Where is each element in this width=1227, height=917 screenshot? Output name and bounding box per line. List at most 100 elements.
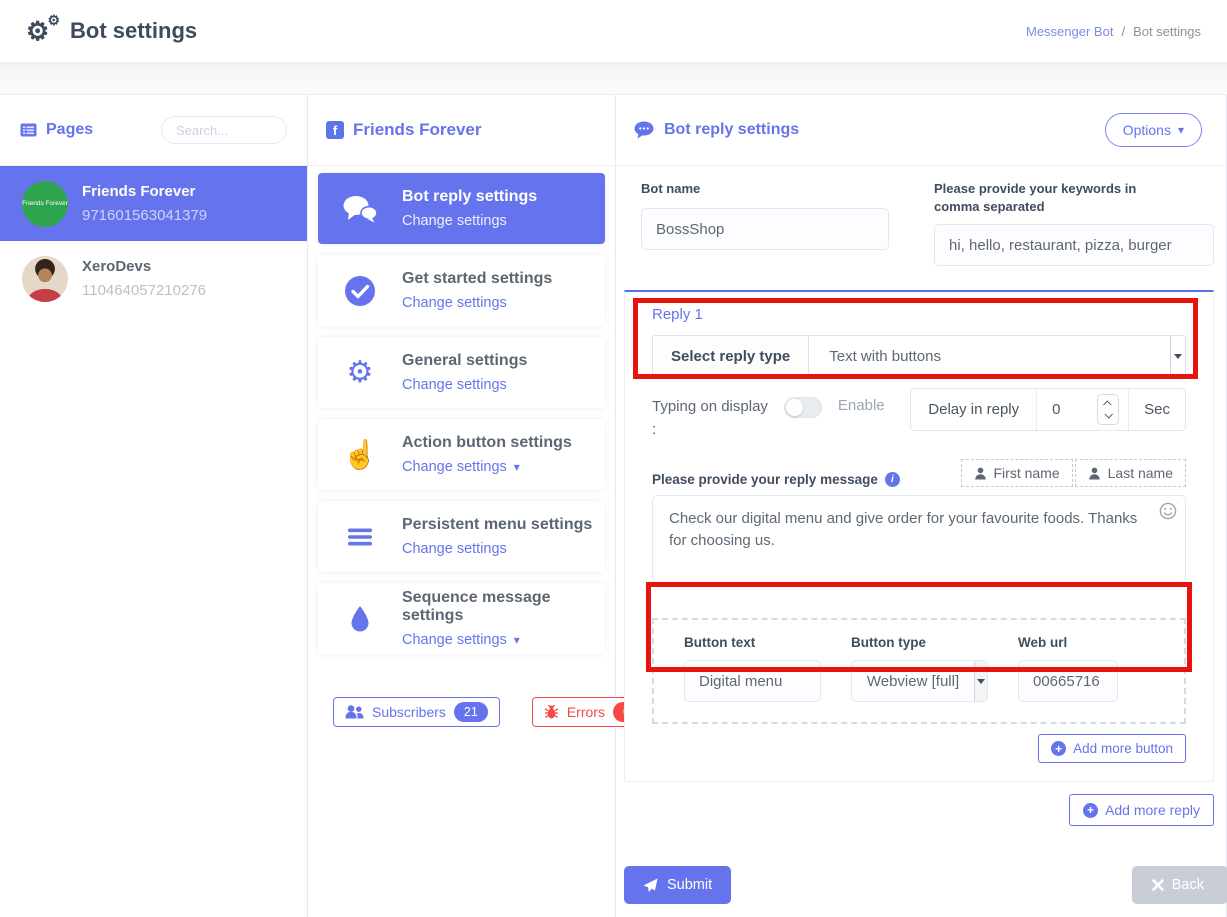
menu-item-title: Bot reply settings	[402, 188, 537, 206]
stats-row: Subscribers 21 Errors 0	[308, 697, 615, 727]
page-meta: Friends Forever 971601563041379	[82, 180, 207, 227]
menu-panel-title-text: Friends Forever	[353, 120, 482, 140]
menu-item-get-started-settings[interactable]: Get started settings Change settings	[318, 255, 605, 326]
person-icon	[974, 467, 987, 480]
facebook-icon: f	[326, 121, 344, 139]
reply-panel-title: Bot reply settings	[634, 121, 799, 139]
reply-type-select-group: Select reply type Text with buttons	[652, 335, 1186, 378]
person-icon	[1088, 467, 1101, 480]
button-text-label: Button text	[684, 635, 821, 650]
change-settings-link[interactable]: Change settings	[402, 541, 507, 557]
menu-item-sequence-message-settings[interactable]: Sequence message settings Change setting…	[318, 583, 605, 654]
change-settings-link[interactable]: Change settings▾	[402, 632, 520, 648]
page-name: Friends Forever	[82, 180, 207, 203]
last-name-button[interactable]: Last name	[1075, 459, 1186, 487]
menu-item-title: Sequence message settings	[402, 589, 605, 625]
menu-item-bot-reply-settings[interactable]: Bot reply settings Change settings	[318, 173, 605, 244]
menu-item-title: Get started settings	[402, 270, 552, 288]
button-type-label: Button type	[851, 635, 988, 650]
menu-item-persistent-menu-settings[interactable]: Persistent menu settings Change settings	[318, 501, 605, 572]
page-item-xerodevs[interactable]: XeroDevs 110464057210276	[0, 241, 307, 316]
change-settings-link[interactable]: Change settings▾	[402, 459, 520, 475]
page-id: 110464057210276	[82, 279, 206, 302]
breadcrumb-current: Bot settings	[1133, 24, 1201, 39]
info-icon[interactable]: i	[885, 472, 900, 487]
check-circle-icon	[318, 275, 402, 307]
first-name-button[interactable]: First name	[961, 459, 1073, 487]
pages-panel-header: Pages	[0, 95, 307, 166]
emoji-icon[interactable]	[1159, 502, 1177, 525]
web-url-input[interactable]	[1018, 660, 1118, 702]
button-type-select[interactable]: Webview [full]	[851, 660, 988, 702]
cogs-icon: ⚙⚙	[26, 16, 60, 46]
name-token-buttons: First name Last name	[961, 459, 1187, 487]
top-bar: ⚙⚙ Bot settings Messenger Bot / Bot sett…	[0, 0, 1227, 62]
menu-item-general-settings[interactable]: ⚙ General settings Change settings	[318, 337, 605, 408]
change-settings-link[interactable]: Change settings	[402, 377, 507, 393]
close-icon	[1152, 879, 1164, 891]
menu-item-texts: General settings Change settings	[402, 352, 527, 394]
button-type-field: Button type Webview [full]	[851, 635, 988, 702]
page-title-text: Bot settings	[70, 18, 197, 44]
add-more-reply-button[interactable]: + Add more reply	[1069, 794, 1214, 826]
menu-panel-title: f Friends Forever	[326, 120, 482, 140]
delay-value[interactable]: 0	[1052, 401, 1060, 418]
delay-group: Delay in reply 0 Sec	[910, 388, 1186, 431]
breadcrumb-parent-link[interactable]: Messenger Bot	[1026, 24, 1113, 39]
add-more-button[interactable]: + Add more button	[1038, 734, 1186, 763]
page-item-friends-forever[interactable]: Friends Forever Friends Forever 97160156…	[0, 166, 307, 241]
menu-item-texts: Persistent menu settings Change settings	[402, 516, 592, 558]
submit-button[interactable]: Submit	[624, 866, 731, 904]
menu-item-title: General settings	[402, 352, 527, 370]
caret-down-icon: ▾	[1178, 123, 1184, 137]
reply-card: Reply 1 Select reply type Text with butt…	[624, 290, 1214, 782]
sub-bar	[0, 62, 1227, 95]
bars-icon	[318, 527, 402, 547]
menu-item-action-button-settings[interactable]: ☝ Action button settings Change settings…	[318, 419, 605, 490]
keywords-input[interactable]	[934, 224, 1214, 266]
options-button[interactable]: Options ▾	[1105, 113, 1202, 147]
chevron-down-icon[interactable]	[1105, 410, 1113, 418]
menu-item-texts: Bot reply settings Change settings	[402, 188, 537, 230]
pages-title: Pages	[20, 121, 93, 139]
typing-toggle[interactable]	[784, 397, 822, 418]
comments-icon	[318, 195, 402, 223]
page-id: 971601563041379	[82, 204, 207, 227]
change-settings-link[interactable]: Change settings	[402, 213, 507, 229]
reply-message-wrap: Check our digital menu and give order fo…	[652, 495, 1186, 588]
chevron-up-icon[interactable]	[1103, 401, 1111, 409]
bot-name-input[interactable]	[641, 208, 889, 250]
back-button[interactable]: Back	[1132, 866, 1227, 904]
avatar: Friends Forever	[22, 181, 68, 227]
reply-message-textarea[interactable]: Check our digital menu and give order fo…	[652, 495, 1186, 583]
breadcrumb-separator: /	[1121, 24, 1125, 39]
add-more-reply-row: + Add more reply	[624, 794, 1214, 826]
add-more-button-row: + Add more button	[652, 734, 1186, 763]
pages-list-icon	[20, 123, 37, 137]
search-input[interactable]	[161, 116, 287, 144]
settings-menu-list: Bot reply settings Change settings Get s…	[308, 166, 615, 654]
main-content: Pages Friends Forever Friends Forever 97…	[0, 95, 1227, 917]
button-fields-box: Button text Button type Webview [full] W…	[652, 618, 1186, 724]
form-actions: Submit Back	[624, 866, 1214, 904]
typing-row: Typing on display : Enable Delay in repl…	[652, 388, 1186, 441]
button-text-field: Button text	[684, 635, 821, 702]
pages-list: Friends Forever Friends Forever 97160156…	[0, 166, 307, 316]
select-arrow[interactable]	[1170, 336, 1185, 377]
typing-left: Typing on display : Enable	[652, 388, 885, 441]
subscribers-button[interactable]: Subscribers 21	[333, 697, 500, 727]
errors-label: Errors	[567, 704, 605, 720]
chat-bubble-icon	[634, 121, 655, 139]
keywords-label: Please provide your keywords in comma se…	[934, 180, 1179, 216]
web-url-field: Web url	[1018, 635, 1118, 702]
select-arrow[interactable]	[974, 661, 987, 701]
button-text-input[interactable]	[684, 660, 821, 702]
bot-name-label: Bot name	[641, 180, 889, 198]
delay-stepper[interactable]	[1097, 394, 1119, 425]
gear-icon: ⚙	[318, 358, 402, 388]
pages-panel: Pages Friends Forever Friends Forever 97…	[0, 95, 308, 917]
menu-item-title: Action button settings	[402, 434, 572, 452]
menu-item-title: Persistent menu settings	[402, 516, 592, 534]
reply-type-select[interactable]: Text with buttons	[809, 336, 1170, 377]
change-settings-link[interactable]: Change settings	[402, 295, 507, 311]
